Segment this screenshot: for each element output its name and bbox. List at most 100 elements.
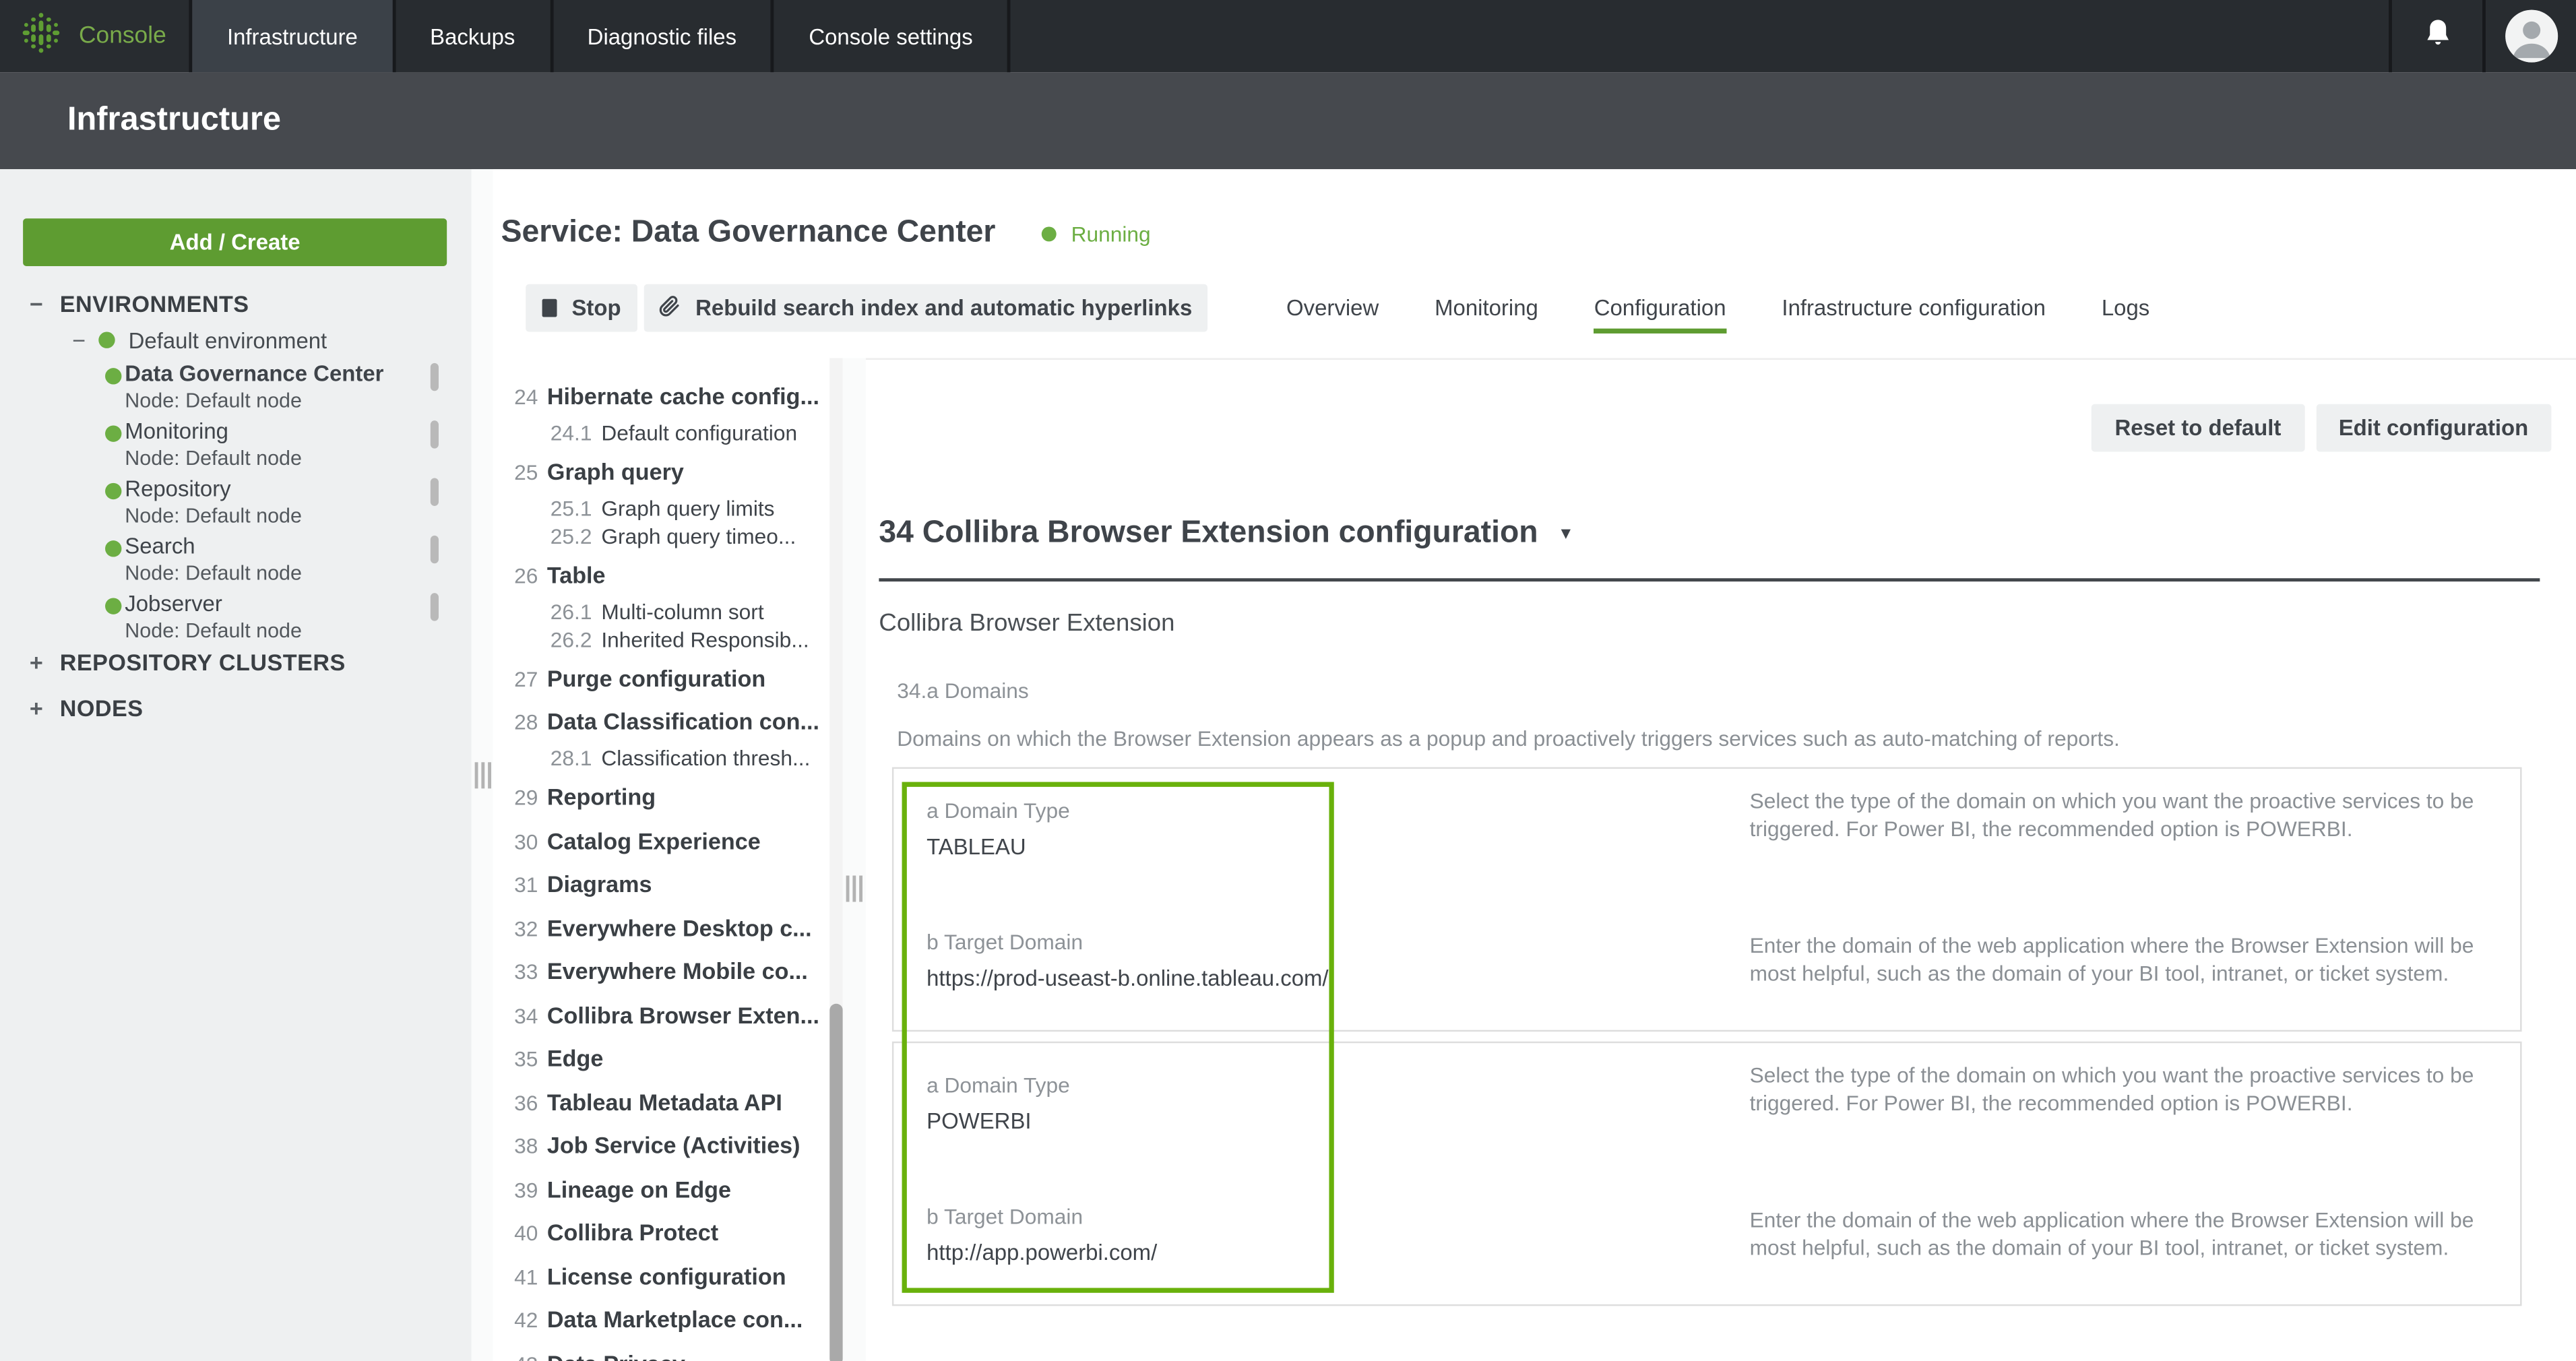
config-nav-resize-handle[interactable] (843, 358, 866, 1361)
status-dot-green (105, 368, 121, 384)
grip-icon (852, 876, 856, 902)
config-nav-item[interactable]: 32 Everywhere Desktop c... (514, 912, 829, 943)
config-nav-item[interactable]: 31 Diagrams (514, 869, 829, 900)
environment-tree: − ENVIRONMENTS − Default environment Dat… (0, 169, 472, 1361)
paperclip-icon (659, 295, 681, 321)
config-nav-item[interactable]: 34 Collibra Browser Exten... (514, 1000, 829, 1031)
user-avatar (2505, 10, 2557, 63)
domain-type-help-text: Select the type of the domain on which y… (1750, 1063, 2501, 1116)
page-header: Infrastructure (0, 72, 2576, 169)
navbar-tab[interactable]: Diagnostic files (553, 0, 774, 72)
target-domain-field: b Target Domain https://prod-useast-b.on… (926, 930, 1329, 992)
service-title: Service: Data Governance Center (501, 214, 996, 253)
config-nav-item[interactable]: 29 Reporting (514, 782, 829, 813)
group-label: 34.a Domains (897, 678, 1029, 705)
domain-entry-help: Select the type of the domain on which y… (1750, 769, 2501, 1030)
config-nav-item[interactable]: 39 Lineage on Edge (514, 1174, 829, 1205)
config-nav-item[interactable]: 27 Purge configuration (514, 663, 829, 694)
config-nav-item[interactable]: 25 Graph query (514, 456, 829, 487)
sidebar: Add / Create − ENVIRONMENTS − Default en… (0, 169, 472, 1361)
navbar-tab[interactable]: Console settings (774, 0, 1011, 72)
sidebar-section-environments[interactable]: − ENVIRONMENTS (30, 291, 249, 317)
config-nav-item[interactable]: 40 Collibra Protect (514, 1217, 829, 1248)
config-nav-item[interactable]: 42 Data Marketplace con... (514, 1304, 829, 1335)
brand-label: Console (79, 23, 166, 49)
service-tab[interactable]: Configuration (1594, 284, 1726, 332)
config-nav-item[interactable]: 25.2 Graph query timeo... (514, 521, 829, 549)
status-badge: Running (1042, 221, 1151, 246)
service-drag-pill (431, 593, 439, 621)
config-nav-scrollbar[interactable] (829, 358, 843, 1361)
config-nav-item[interactable]: 41 License configuration (514, 1261, 829, 1292)
bell-icon (2421, 15, 2454, 57)
configuration-detail-panel: Reset to default Edit configuration 34 C… (866, 358, 2576, 1361)
config-section-nav: 24 Hibernate cache config... 24.1 Defaul… (501, 358, 830, 1361)
scrollbar-thumb[interactable] (829, 1004, 843, 1361)
config-nav-item[interactable]: 30 Catalog Experience (514, 825, 829, 856)
config-nav-item[interactable]: 26 Table (514, 559, 829, 590)
service-tab[interactable]: Overview (1286, 284, 1379, 332)
section-divider (879, 578, 2540, 581)
stop-button[interactable]: Stop (526, 284, 637, 332)
config-nav-item[interactable]: 35 Edge (514, 1043, 829, 1074)
sidebar-section-repository-clusters[interactable]: + REPOSITORY CLUSTERS (30, 649, 346, 675)
service-tabs: Overview Monitoring Configuration Infras… (1286, 284, 2149, 332)
navbar-tab[interactable]: Infrastructure (193, 0, 396, 72)
domain-type-field: a Domain Type TABLEAU (926, 798, 1070, 861)
config-nav-item[interactable]: 24 Hibernate cache config... (514, 380, 829, 411)
group-description: Domains on which the Browser Extension a… (897, 726, 2510, 753)
status-dot-green (105, 598, 121, 614)
config-nav-item[interactable]: 43 Data Privacy (514, 1348, 829, 1361)
section-heading[interactable]: 34 Collibra Browser Extension configurat… (879, 514, 1574, 554)
navbar-spacer (1011, 0, 2389, 72)
chevron-down-icon: ▼ (1558, 525, 1574, 543)
service-tab[interactable]: Logs (2102, 284, 2149, 332)
main-panel: Service: Data Governance Center Running … (493, 169, 2576, 1361)
reset-to-default-button[interactable]: Reset to default (2092, 404, 2304, 452)
grip-icon (480, 762, 484, 788)
config-nav-item[interactable]: 26.1 Multi-column sort (514, 597, 829, 625)
rebuild-search-index-button[interactable]: Rebuild search index and automatic hyper… (644, 284, 1207, 332)
tree-item-default-environment[interactable]: − Default environment (72, 327, 327, 353)
domain-entry-row: a Domain Type TABLEAU b Target Domain ht… (892, 767, 2522, 1032)
notifications-button[interactable] (2389, 0, 2482, 72)
config-nav-item[interactable]: 25.1 Graph query limits (514, 494, 829, 521)
domain-entry-fields: a Domain Type TABLEAU b Target Domain ht… (926, 769, 1715, 1030)
target-domain-help-text: Enter the domain of the web application … (1750, 1207, 2501, 1261)
collapse-icon: − (72, 327, 86, 353)
config-nav-item[interactable]: 24.1 Default configuration (514, 418, 829, 446)
section-title: 34 Collibra Browser Extension configurat… (879, 514, 1538, 554)
config-nav-item[interactable]: 36 Tableau Metadata API (514, 1087, 829, 1118)
status-dot-green (99, 332, 115, 348)
collapse-icon: − (30, 291, 43, 317)
sidebar-resize-handle[interactable] (472, 169, 493, 1361)
navbar-tab[interactable]: Backups (396, 0, 553, 72)
tree-item-service[interactable]: Jobserver Node: Default node (0, 592, 472, 649)
config-nav-item[interactable]: 26.2 Inherited Responsib... (514, 625, 829, 653)
service-drag-pill (431, 363, 439, 391)
page-title: Infrastructure (0, 72, 2576, 139)
collibra-logo-icon (18, 9, 64, 63)
target-domain-help-text: Enter the domain of the web application … (1750, 933, 2501, 987)
top-navbar: Console Infrastructure Backups Diagnosti… (0, 0, 2576, 72)
sidebar-section-nodes[interactable]: + NODES (30, 695, 144, 721)
config-nav-item[interactable]: 28 Data Classification con... (514, 706, 829, 737)
config-nav-item[interactable]: 28.1 Classification thresh... (514, 744, 829, 771)
config-nav-item[interactable]: 38 Job Service (Activities) (514, 1130, 829, 1161)
edit-configuration-button[interactable]: Edit configuration (2316, 404, 2552, 452)
detail-actions: Reset to default Edit configuration (2092, 404, 2551, 452)
domain-entry-help: Select the type of the domain on which y… (1750, 1043, 2501, 1304)
domain-type-field: a Domain Type POWERBI (926, 1073, 1070, 1135)
tree-item-service[interactable]: Repository Node: Default node (0, 476, 472, 534)
subsection-title: Collibra Browser Extension (879, 608, 1174, 639)
service-action-row: Stop Rebuild search index and automatic … (526, 284, 2559, 332)
target-domain-field: b Target Domain http://app.powerbi.com/ (926, 1204, 1157, 1267)
config-nav-item[interactable]: 33 Everywhere Mobile co... (514, 956, 829, 987)
user-menu[interactable] (2482, 0, 2576, 72)
tree-item-service[interactable]: Search Node: Default node (0, 534, 472, 591)
tree-item-service[interactable]: Monitoring Node: Default node (0, 419, 472, 476)
service-tab[interactable]: Infrastructure configuration (1782, 284, 2046, 332)
service-tab[interactable]: Monitoring (1435, 284, 1538, 332)
tree-item-service[interactable]: Data Governance Center Node: Default nod… (0, 361, 472, 418)
console-brand[interactable]: Console (0, 0, 193, 72)
